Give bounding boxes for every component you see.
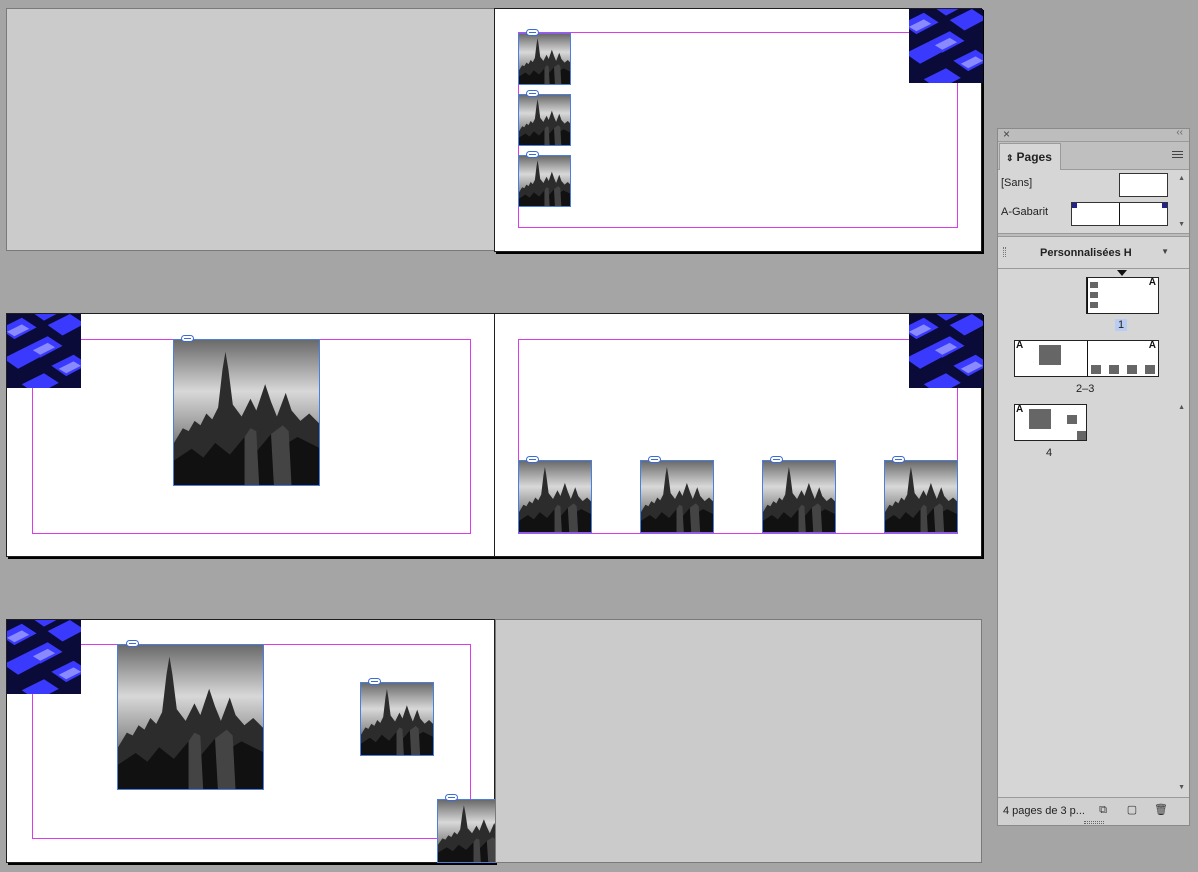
image-frame[interactable] [762, 460, 836, 533]
pasteboard-blank-area [495, 619, 982, 863]
current-page-indicator-icon [1117, 270, 1127, 276]
master-mark: A [1148, 340, 1156, 351]
image-frame[interactable] [117, 644, 264, 790]
master-keyboard-image [909, 9, 983, 83]
link-icon[interactable] [526, 90, 539, 97]
panel-divider[interactable] [998, 233, 1189, 237]
panel-titlebar: × ‹‹ [998, 127, 1189, 142]
page-3[interactable] [494, 313, 982, 557]
resize-grip-icon[interactable] [1084, 821, 1104, 824]
link-icon[interactable] [892, 456, 905, 463]
view-mode-label[interactable]: Personnalisées H [1040, 247, 1132, 259]
page-thumbnail-2-3[interactable]: A A [1014, 340, 1159, 377]
master-none-thumbnail[interactable] [1119, 173, 1168, 197]
margin-guide [518, 32, 958, 228]
panel-tabs: ⇕ Pages [998, 142, 1189, 170]
panel-menu-icon[interactable] [1172, 151, 1183, 160]
new-page-icon[interactable]: ▢ [1125, 804, 1139, 817]
page-4[interactable] [6, 619, 511, 863]
scroll-up-arrow-icon[interactable]: ▲ [1178, 404, 1185, 411]
link-icon[interactable] [526, 151, 539, 158]
page-count-status: 4 pages de 3 p... [1003, 805, 1085, 817]
link-icon[interactable] [526, 456, 539, 463]
scroll-down-arrow-icon[interactable]: ▼ [1178, 784, 1185, 791]
chevron-down-icon[interactable]: ▼ [1161, 247, 1169, 256]
page-label-4[interactable]: 4 [1046, 447, 1052, 459]
image-frame[interactable] [173, 339, 320, 486]
page-thumbnail-4[interactable]: A [1014, 404, 1087, 441]
pasteboard-blank-area [6, 8, 495, 251]
collapse-icon[interactable]: ‹‹ [1176, 127, 1183, 138]
link-icon[interactable] [126, 640, 139, 647]
master-none-label: [Sans] [1001, 177, 1033, 189]
panel-footer: 4 pages de 3 p... ⧉ ▢ 🗑 [998, 797, 1189, 825]
master-keyboard-image [7, 620, 81, 694]
drag-grip-icon[interactable] [1003, 247, 1006, 257]
master-a-thumbnail[interactable] [1071, 202, 1168, 226]
master-keyboard-image [7, 314, 81, 388]
link-icon[interactable] [526, 29, 539, 36]
trash-icon[interactable]: 🗑 [1154, 804, 1168, 817]
image-frame[interactable] [518, 460, 592, 533]
tab-pages-label: Pages [1016, 150, 1052, 164]
image-frame[interactable] [518, 33, 571, 85]
link-icon[interactable] [368, 678, 381, 685]
master-keyboard-image [909, 314, 983, 388]
scroll-up-arrow-icon[interactable]: ▲ [1178, 175, 1185, 182]
tab-pages[interactable]: ⇕ Pages [999, 143, 1061, 170]
scroll-down-arrow-icon[interactable]: ▼ [1178, 221, 1185, 228]
image-frame[interactable] [518, 94, 571, 146]
link-icon[interactable] [770, 456, 783, 463]
page-2[interactable] [6, 313, 495, 557]
page-label-1[interactable]: 1 [1115, 319, 1128, 331]
master-mark: A [1016, 340, 1024, 351]
pages-panel: × ‹‹ ⇕ Pages [Sans] ▲ A-Gabarit ▼ Personn… [997, 127, 1190, 826]
page-1[interactable] [494, 8, 982, 252]
view-options-row[interactable]: Personnalisées H ▼ [998, 239, 1189, 269]
edit-page-size-icon[interactable]: ⧉ [1096, 804, 1110, 817]
close-icon[interactable]: × [1003, 127, 1010, 141]
page-label-2-3[interactable]: 2–3 [1076, 383, 1094, 395]
master-mark: A [1148, 277, 1156, 288]
page-thumbnail-1[interactable]: A [1086, 277, 1159, 314]
link-icon[interactable] [181, 335, 194, 342]
image-frame[interactable] [884, 460, 958, 533]
sort-arrows-icon: ⇕ [1006, 153, 1014, 163]
link-icon[interactable] [445, 794, 458, 801]
image-frame[interactable] [640, 460, 714, 533]
master-mark: A [1016, 404, 1024, 415]
image-frame[interactable] [360, 682, 434, 756]
link-icon[interactable] [648, 456, 661, 463]
master-a-label: A-Gabarit [1001, 206, 1049, 218]
image-frame[interactable] [518, 155, 571, 207]
